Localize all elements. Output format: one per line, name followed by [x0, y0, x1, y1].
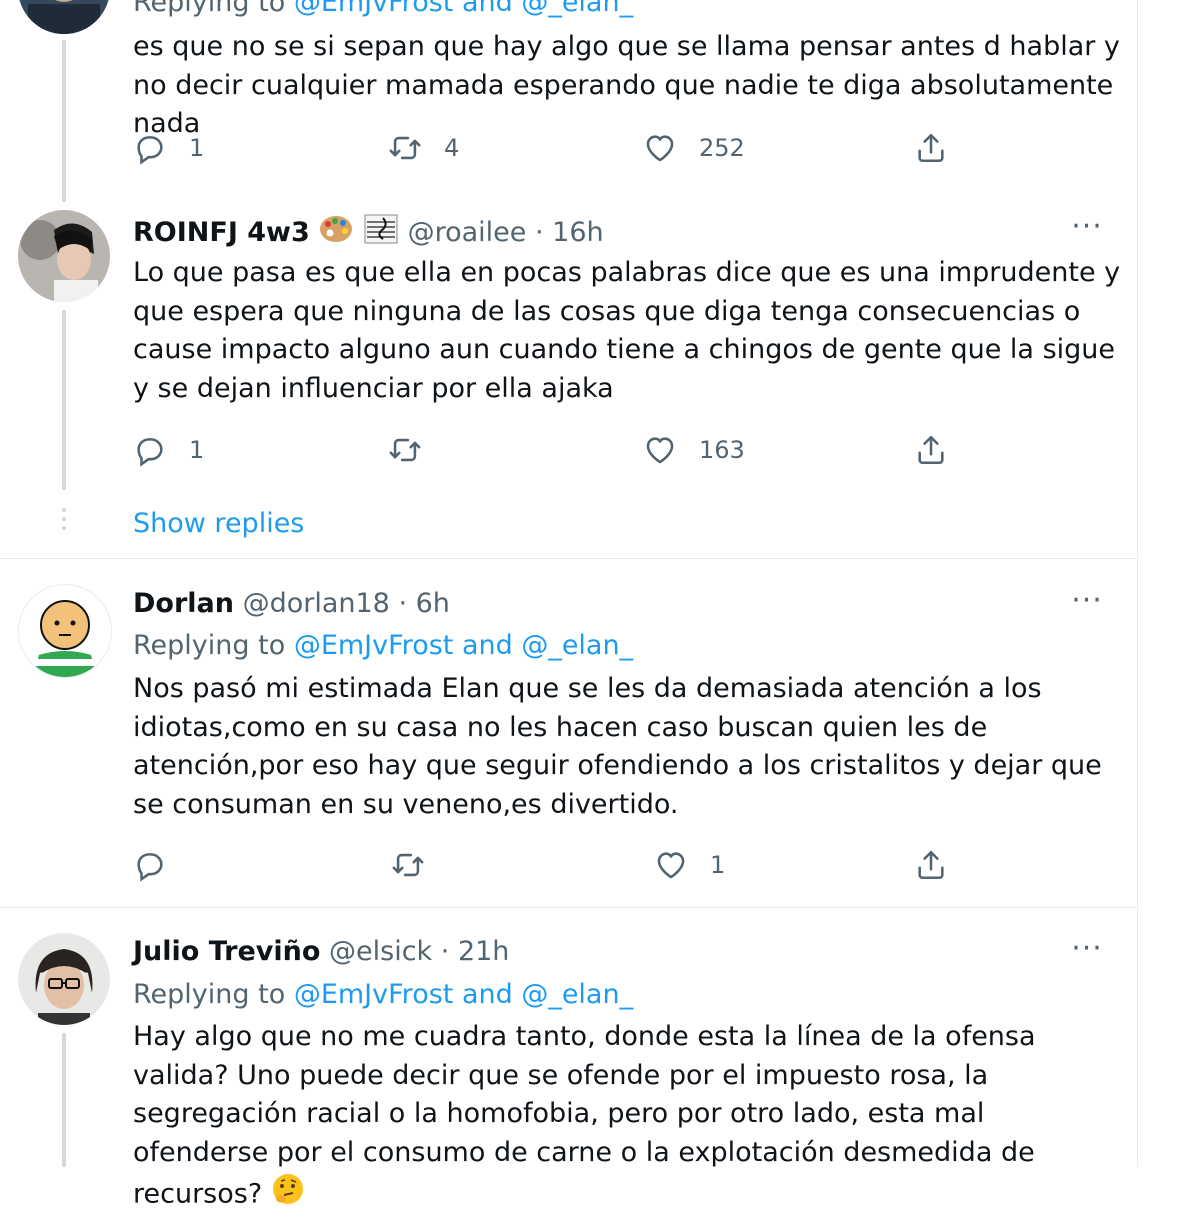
user-handle[interactable]: @elsick [329, 936, 432, 967]
tweet-text: es que no se si sepan que hay algo que s… [133, 31, 1120, 139]
retweet-button[interactable] [391, 845, 447, 885]
user-handle[interactable]: @roailee [408, 217, 527, 248]
mention-link[interactable]: @EmJvFrost and @_elan_ [294, 0, 633, 18]
retweet-button[interactable]: 4 [388, 128, 459, 168]
retweet-icon [389, 438, 421, 462]
music-score-emoji [363, 213, 399, 254]
avatar[interactable] [18, 210, 110, 302]
like-count: 252 [699, 134, 745, 162]
like-button[interactable]: 163 [643, 430, 745, 470]
like-icon [657, 852, 685, 879]
share-button[interactable] [914, 430, 948, 470]
user-handle[interactable]: @dorlan18 [243, 588, 390, 619]
thread-dots [62, 508, 66, 535]
tweet-header: Dorlan @dorlan18 · 6h [133, 588, 450, 619]
tweet-header: Julio Treviño @elsick · 21h [133, 936, 510, 967]
mention-link[interactable]: @EmJvFrost and @_elan_ [294, 630, 633, 661]
reply-icon [137, 853, 163, 882]
share-icon [918, 435, 944, 465]
like-button[interactable]: 252 [643, 128, 745, 168]
reply-button[interactable] [133, 845, 189, 885]
sidebar-edge [1137, 0, 1200, 1167]
thinking-face-emoji [271, 1172, 305, 1218]
thread-line [62, 310, 66, 490]
mention-link[interactable]: @EmJvFrost and @_elan_ [294, 979, 633, 1010]
share-icon [918, 133, 944, 163]
share-button[interactable] [914, 128, 948, 168]
thread-line [62, 1033, 66, 1167]
like-icon [646, 437, 674, 464]
divider [0, 558, 1137, 559]
reply-button[interactable]: 1 [133, 128, 204, 168]
timestamp[interactable]: 6h [416, 588, 450, 619]
retweet-icon [392, 853, 424, 877]
replying-to: Replying to @EmJvFrost and @_elan_ [133, 0, 633, 20]
more-icon[interactable]: ··· [1067, 586, 1107, 616]
reply-count: 1 [189, 134, 205, 162]
tweet-text: Hay algo que no me cuadra tanto, donde e… [133, 1018, 1123, 1218]
reply-icon [137, 438, 163, 467]
replying-to: Replying to @EmJvFrost and @_elan_ [133, 979, 634, 1010]
like-count: 1 [710, 851, 726, 879]
replying-to: Replying to @EmJvFrost and @_elan_ [133, 630, 634, 661]
tweet-text: Lo que pasa es que ella en pocas palabra… [133, 257, 1121, 404]
tweet-header: ROINFJ 4w3 @roailee · 16h [133, 213, 604, 254]
retweet-button[interactable] [388, 430, 444, 470]
display-name[interactable]: Dorlan [133, 588, 234, 619]
more-icon[interactable]: ··· [1067, 934, 1107, 964]
reply-icon [137, 136, 163, 165]
timestamp[interactable]: 21h [458, 936, 509, 967]
tweet-text: Nos pasó mi estimada Elan que se les da … [133, 673, 1102, 820]
timestamp[interactable]: 16h [552, 217, 603, 248]
like-icon [646, 135, 674, 162]
thread-line [62, 40, 66, 202]
avatar[interactable] [18, 584, 112, 678]
more-icon[interactable]: ··· [1067, 212, 1107, 242]
share-icon [918, 850, 944, 880]
show-replies-link[interactable]: Show replies [133, 508, 304, 539]
share-button[interactable] [914, 845, 948, 885]
reply-button[interactable]: 1 [133, 430, 204, 470]
avatar[interactable] [18, 933, 110, 1025]
palette-emoji [318, 214, 354, 253]
conversation-feed: Replying to @EmJvFrost and @_elan_ es qu… [0, 0, 1137, 1209]
reply-count: 1 [189, 436, 205, 464]
retweet-icon [389, 136, 421, 160]
like-button[interactable]: 1 [654, 845, 725, 885]
display-name[interactable]: ROINFJ 4w3 [133, 217, 310, 248]
like-count: 163 [699, 436, 745, 464]
display-name[interactable]: Julio Treviño [133, 936, 320, 967]
retweet-count: 4 [444, 134, 460, 162]
divider [0, 907, 1137, 908]
avatar[interactable] [18, 0, 110, 34]
